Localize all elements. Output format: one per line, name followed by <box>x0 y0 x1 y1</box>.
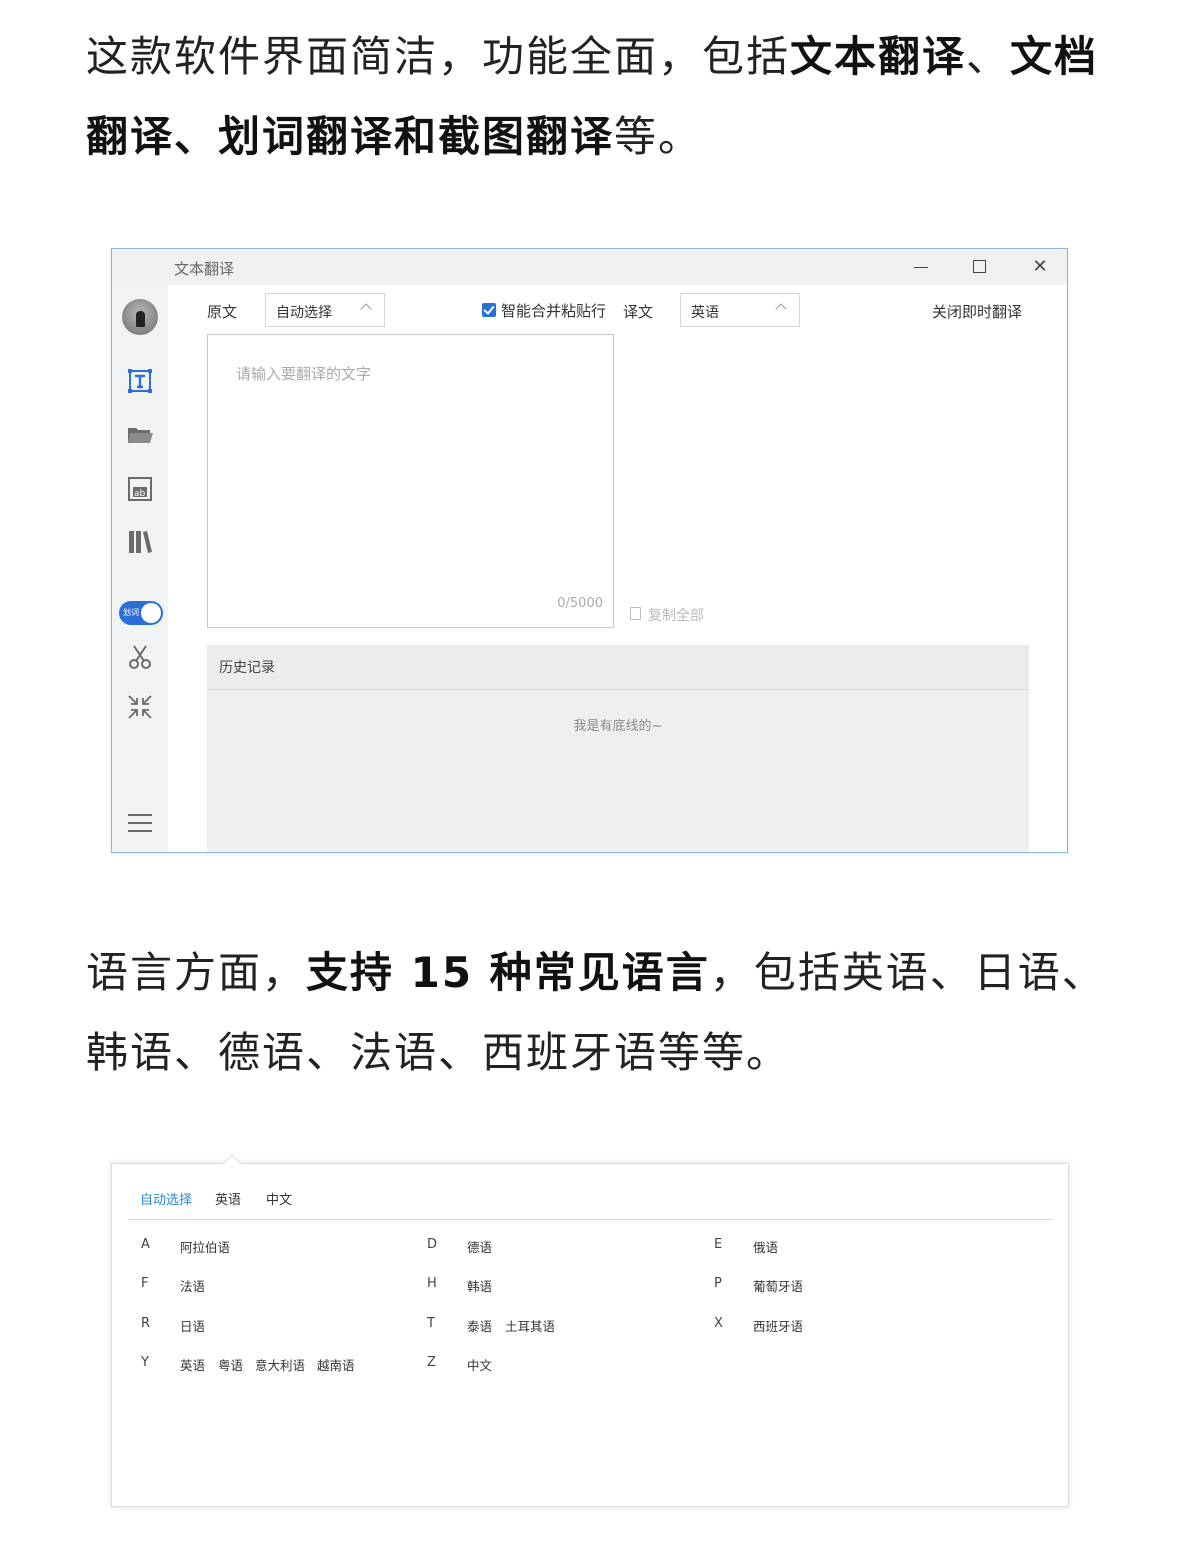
target-language-select[interactable]: 英语 <box>680 293 800 327</box>
input-placeholder: 请输入要翻译的文字 <box>236 365 372 383</box>
copy-icon <box>630 607 641 620</box>
folder-icon[interactable] <box>126 421 154 449</box>
sidebar: ab 划词 <box>112 285 168 852</box>
language-option[interactable]: 葡萄牙语 <box>753 1276 803 1295</box>
group-letter: E <box>714 1237 723 1252</box>
group-letter: R <box>141 1316 151 1331</box>
text-translate-window: 文本翻译 ✕ ab 划词 原文 自动选择 智能合并粘贴行 译文 英语 关闭即时翻… <box>111 248 1068 853</box>
tab-english[interactable]: 英语 <box>215 1189 241 1208</box>
source-label: 原文 <box>207 303 238 321</box>
avatar[interactable] <box>122 299 158 335</box>
source-text-input[interactable]: 请输入要翻译的文字 0/5000 <box>207 334 614 628</box>
language-option[interactable]: 韩语 <box>467 1276 492 1295</box>
toggle-label: 划词 <box>123 608 139 617</box>
language-option[interactable]: 日语 <box>180 1316 205 1335</box>
title-bar: 文本翻译 ✕ <box>112 249 1067 285</box>
language-picker-panel: 自动选择 英语 中文 A 阿拉伯语 D 德语 E 俄语 F 法语 H 韩语 P … <box>111 1154 1069 1507</box>
intro-text: 、 <box>966 32 1011 81</box>
history-header: 历史记录 <box>207 645 1029 690</box>
group-letter: H <box>427 1276 437 1291</box>
language-option[interactable]: 阿拉伯语 <box>180 1237 230 1256</box>
svg-text:ab: ab <box>134 489 146 499</box>
language-bold-text: 支持 15 种常见语言 <box>306 948 710 997</box>
smart-merge-checkbox[interactable] <box>482 303 496 317</box>
language-option[interactable]: 泰语 <box>467 1316 492 1335</box>
maximize-icon <box>973 260 986 273</box>
history-title: 历史记录 <box>219 660 275 676</box>
group-letter: Y <box>141 1355 149 1370</box>
language-option[interactable]: 意大利语 <box>255 1355 305 1374</box>
toggle-knob <box>141 603 161 623</box>
maximize-button[interactable] <box>960 253 1000 281</box>
minimize-button[interactable] <box>900 253 940 281</box>
group-letter: T <box>427 1316 435 1331</box>
group-letter: X <box>714 1316 723 1331</box>
char-counter: 0/5000 <box>557 596 603 611</box>
language-option[interactable]: 德语 <box>467 1237 492 1256</box>
group-letter: F <box>141 1276 149 1291</box>
language-option[interactable]: 越南语 <box>317 1355 355 1374</box>
group-letter: P <box>714 1276 722 1291</box>
minimize-icon <box>914 267 928 268</box>
tab-chinese[interactable]: 中文 <box>266 1189 292 1208</box>
tab-auto-select[interactable]: 自动选择 <box>140 1189 192 1208</box>
target-label: 译文 <box>623 303 654 321</box>
collapse-icon[interactable] <box>126 693 154 721</box>
intro-text: 这款软件界面简洁，功能全面，包括 <box>86 32 791 81</box>
language-paragraph: 语言方面，支持 15 种常见语言，包括英语、日语、韩语、德语、法语、西班牙语等等… <box>86 933 1106 1093</box>
chevron-up-icon <box>775 303 787 315</box>
copy-all-button[interactable]: 复制全部 <box>648 605 704 625</box>
group-letter: D <box>427 1237 438 1252</box>
language-option[interactable]: 土耳其语 <box>505 1316 555 1335</box>
popover-arrow <box>222 1154 242 1174</box>
source-language-select[interactable]: 自动选择 <box>265 293 385 327</box>
scissors-icon[interactable] <box>126 643 154 671</box>
history-panel: 历史记录 我是有底线的~ <box>207 645 1029 852</box>
language-text: 语言方面， <box>86 948 307 997</box>
group-letter: A <box>141 1237 150 1252</box>
history-empty-text: 我是有底线的~ <box>573 719 663 734</box>
language-option[interactable]: 西班牙语 <box>753 1316 803 1335</box>
language-option[interactable]: 法语 <box>180 1276 205 1295</box>
intro-text: 等。 <box>614 112 703 161</box>
text-translate-icon[interactable] <box>126 367 154 395</box>
window-title: 文本翻译 <box>174 260 235 278</box>
word-select-toggle[interactable]: 划词 <box>119 601 163 625</box>
chevron-up-icon <box>360 303 372 315</box>
language-option[interactable]: 俄语 <box>753 1237 778 1256</box>
instant-translate-toggle[interactable]: 关闭即时翻译 <box>932 301 1022 322</box>
library-icon[interactable] <box>126 528 154 556</box>
group-letter: Z <box>427 1355 436 1370</box>
tab-divider <box>128 1219 1054 1220</box>
target-language-value: 英语 <box>691 305 719 321</box>
close-button[interactable]: ✕ <box>1020 253 1060 281</box>
menu-icon[interactable] <box>126 809 154 837</box>
close-icon: ✕ <box>1032 256 1048 277</box>
language-option[interactable]: 粤语 <box>218 1355 243 1374</box>
source-language-value: 自动选择 <box>276 305 332 321</box>
ocr-icon[interactable]: ab <box>126 475 154 503</box>
intro-paragraph: 这款软件界面简洁，功能全面，包括文本翻译、文档翻译、划词翻译和截图翻译等。 <box>86 17 1106 177</box>
language-option[interactable]: 中文 <box>467 1355 492 1374</box>
intro-bold-text: 文本翻译 <box>790 32 967 81</box>
smart-merge-label: 智能合并粘贴行 <box>501 302 607 320</box>
language-option[interactable]: 英语 <box>180 1355 205 1374</box>
